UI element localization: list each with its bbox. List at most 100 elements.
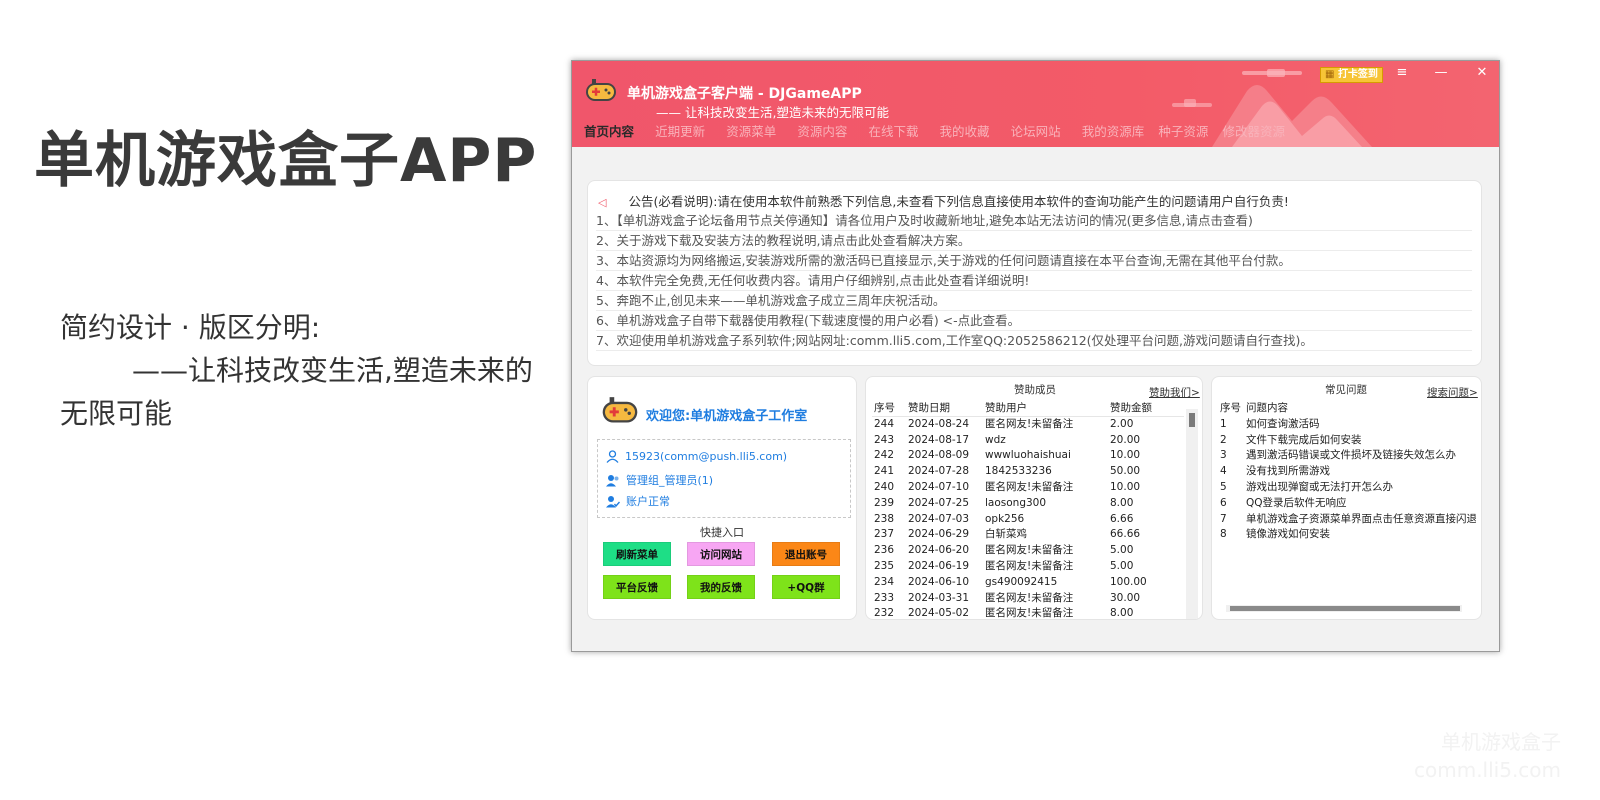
faq-item[interactable]: 6 QQ登录后软件无响应 <box>1218 496 1476 512</box>
table-header: 序号 赞助日期 赞助用户 赞助金额 <box>872 401 1184 417</box>
table-row[interactable]: 232 2024-05-02 匿名网友!未留备注 8.00 <box>872 606 1184 620</box>
scrollbar-thumb[interactable] <box>1189 413 1195 427</box>
cell-index: 233 <box>874 591 895 604</box>
cell-date: 2024-05-02 <box>908 607 970 620</box>
table-row[interactable]: 242 2024-08-09 wwwluohaishuai 10.00 <box>872 448 1184 464</box>
nav-home[interactable]: 首页内容 <box>584 121 634 140</box>
nav-torrents[interactable]: 种子资源 <box>1158 121 1208 140</box>
cell-user: laosong300 <box>985 496 1047 509</box>
search-questions-link[interactable]: 搜索问题> <box>1427 385 1478 400</box>
table-row[interactable]: 241 2024-07-28 1842533236 50.00 <box>872 464 1184 480</box>
cell-date: 2024-07-28 <box>908 465 970 478</box>
notice-item[interactable]: 7、欢迎使用单机游戏盒子系列软件;网站网址:comm.lli5.com,工作室Q… <box>596 331 1472 351</box>
faq-item[interactable]: 7 单机游戏盒子资源菜单界面点击任意资源直接闪退 <box>1218 512 1476 528</box>
cell-index: 232 <box>874 607 895 620</box>
notice-item[interactable]: 6、单机游戏盒子自带下载器使用教程(下载速度慢的用户必看) <-点此查看。 <box>596 311 1472 331</box>
table-row[interactable]: 234 2024-06-10 gs490092415 100.00 <box>872 575 1184 591</box>
close-button[interactable]: ✕ <box>1472 65 1492 80</box>
cell-index: 236 <box>874 544 895 557</box>
faq-item[interactable]: 2 文件下载完成后如何安装 <box>1218 433 1476 449</box>
nav-favorites[interactable]: 我的收藏 <box>940 121 990 140</box>
faq-item[interactable]: 3 遇到激活码错误或文件损坏及链接失效怎么办 <box>1218 448 1476 464</box>
join-qq-group-button[interactable]: +QQ群 <box>772 575 840 599</box>
cell-user: 匿名网友!未留备注 <box>985 544 1074 557</box>
cell-question: 如何查询激活码 <box>1246 417 1320 430</box>
visit-website-button[interactable]: 访问网站 <box>687 542 755 566</box>
checkin-button[interactable]: ▦ 打卡签到 <box>1320 67 1383 83</box>
watermark: 单机游戏盒子 comm.lli5.com <box>1414 728 1561 784</box>
refresh-menu-button[interactable]: 刷新菜单 <box>603 542 671 566</box>
notice-item[interactable]: 5、奔跑不止,创见未来——单机游戏盒子成立三周年庆祝活动。 <box>596 291 1472 311</box>
cell-index: 242 <box>874 449 895 462</box>
user-check-icon <box>606 495 620 507</box>
megaphone-icon: ◁ <box>598 196 607 209</box>
cell-index: 234 <box>874 575 895 588</box>
cell-user: gs490092415 <box>985 575 1058 588</box>
minimize-button[interactable]: — <box>1431 65 1451 80</box>
sponsor-us-link[interactable]: 赞助我们> <box>1149 385 1200 400</box>
sponsors-scrollbar[interactable] <box>1186 409 1198 619</box>
nav-resource-menu[interactable]: 资源菜单 <box>726 121 776 140</box>
status-row: 账户正常 <box>606 493 670 509</box>
table-row[interactable]: 243 2024-08-17 wdz 20.00 <box>872 433 1184 449</box>
cell-index: 235 <box>874 559 895 572</box>
table-row[interactable]: 237 2024-06-29 白斩菜鸡 66.66 <box>872 527 1184 543</box>
cell-index: 238 <box>874 512 895 525</box>
cell-user: wwwluohaishuai <box>985 449 1071 462</box>
my-feedback-button[interactable]: 我的反馈 <box>687 575 755 599</box>
calendar-icon: ▦ <box>1325 69 1335 80</box>
table-row[interactable]: 240 2024-07-10 匿名网友!未留备注 10.00 <box>872 480 1184 496</box>
logout-button[interactable]: 退出账号 <box>772 542 840 566</box>
table-row[interactable]: 236 2024-06-20 匿名网友!未留备注 5.00 <box>872 543 1184 559</box>
nav-my-library[interactable]: 我的资源库 <box>1082 121 1145 140</box>
notice-item[interactable]: 2、关于游戏下载及安装方法的教程说明,请点击此处查看解决方案。 <box>596 231 1472 251</box>
faq-title: 常见问题 <box>1325 384 1367 396</box>
table-row[interactable]: 238 2024-07-03 opk256 6.66 <box>872 512 1184 528</box>
notice-item[interactable]: 1、【单机游戏盒子论坛备用节点关停通知】请各位用户及时收藏新地址,避免本站无法访… <box>596 211 1472 231</box>
cell-user: 匿名网友!未留备注 <box>985 480 1074 493</box>
nav-resource-content[interactable]: 资源内容 <box>797 121 847 140</box>
col-user: 赞助用户 <box>985 402 1027 414</box>
cell-amount: 5.00 <box>1110 559 1134 572</box>
cell-index: 239 <box>874 496 895 509</box>
faq-item[interactable]: 4 没有找到所需游戏 <box>1218 464 1476 480</box>
cell-index: 3 <box>1220 449 1227 462</box>
table-row[interactable]: 239 2024-07-25 laosong300 8.00 <box>872 496 1184 512</box>
status-text: 账户正常 <box>626 495 670 508</box>
settings-menu-icon[interactable]: ≡ <box>1392 65 1412 80</box>
faq-panel: 常见问题 搜索问题> 序号 问题内容 1 如何查询激活码 2 文件下载完成后如何安装… <box>1211 376 1482 620</box>
main-nav: 首页内容 近期更新 资源菜单 资源内容 在线下载 我的收藏 论坛网站 我的资源库… <box>584 121 1301 141</box>
table-row[interactable]: 244 2024-08-24 匿名网友!未留备注 2.00 <box>872 417 1184 433</box>
window-slogan: —— 让科技改变生活,塑造未来的无限可能 <box>656 105 889 120</box>
nav-trainers[interactable]: 修改器资源 <box>1222 121 1285 140</box>
cell-date: 2024-06-29 <box>908 528 970 541</box>
notice-item[interactable]: 4、本软件完全免费,无任何收费内容。请用户仔细辨别,点击此处查看详细说明! <box>596 271 1472 291</box>
sponsors-title: 赞助成员 <box>1014 384 1056 396</box>
faq-item[interactable]: 8 镜像游戏如何安装 <box>1218 527 1476 543</box>
cell-date: 2024-08-09 <box>908 449 970 462</box>
slide-title: 单机游戏盒子APP <box>34 126 538 196</box>
platform-feedback-button[interactable]: 平台反馈 <box>603 575 671 599</box>
faq-item[interactable]: 1 如何查询激活码 <box>1218 417 1476 433</box>
cell-amount: 8.00 <box>1110 496 1134 509</box>
scrollbar-thumb[interactable] <box>1230 606 1460 611</box>
nav-online-download[interactable]: 在线下载 <box>868 121 918 140</box>
nav-forum[interactable]: 论坛网站 <box>1011 121 1061 140</box>
nav-recent[interactable]: 近期更新 <box>655 121 705 140</box>
notice-header: ◁ 公告(必看说明):请在使用本软件前熟悉下列信息,未查看下列信息直接使用本软件的… <box>598 191 1289 210</box>
cell-date: 2024-06-10 <box>908 575 970 588</box>
cell-amount: 20.00 <box>1110 433 1141 446</box>
cell-question: 镜像游戏如何安装 <box>1246 528 1330 541</box>
faq-item[interactable]: 5 游戏出现弹窗或无法打开怎么办 <box>1218 480 1476 496</box>
cell-amount: 66.66 <box>1110 528 1141 541</box>
cell-question: 文件下载完成后如何安装 <box>1246 433 1362 446</box>
cell-index: 237 <box>874 528 895 541</box>
col-question: 问题内容 <box>1246 402 1288 414</box>
faq-horizontal-scrollbar[interactable] <box>1226 605 1462 612</box>
notice-item[interactable]: 3、本站资源均为网络搬运,安装游戏所需的激活码已直接显示,关于游戏的任何问题请直… <box>596 251 1472 271</box>
col-amount: 赞助金额 <box>1110 402 1152 414</box>
table-row[interactable]: 233 2024-03-31 匿名网友!未留备注 30.00 <box>872 591 1184 607</box>
cell-date: 2024-08-17 <box>908 433 970 446</box>
table-row[interactable]: 235 2024-06-19 匿名网友!未留备注 5.00 <box>872 559 1184 575</box>
cell-date: 2024-06-19 <box>908 559 970 572</box>
